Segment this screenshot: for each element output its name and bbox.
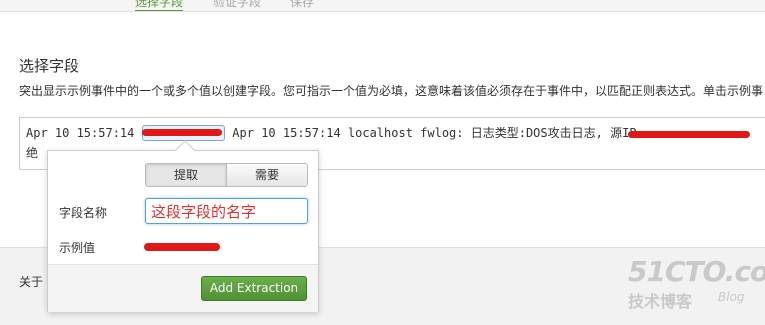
redaction-mark [628, 131, 750, 138]
require-tab-button[interactable]: 需要 [226, 164, 307, 186]
step-validate-fields[interactable]: 验证字段 [213, 0, 261, 10]
field-name-input-wrap [145, 198, 308, 224]
step-save[interactable]: 保存 [290, 0, 314, 10]
redaction-mark [142, 129, 222, 136]
watermark-blog: Blog [718, 290, 745, 304]
wizard-steps: 选择字段 验证字段 保存 [0, 0, 765, 12]
mode-toggle: 提取 需要 [145, 163, 308, 187]
popover-footer: Add Extraction [48, 264, 318, 312]
example-value-label: 示例值 [59, 241, 96, 255]
field-name-input[interactable] [146, 199, 307, 223]
add-extraction-button[interactable]: Add Extraction [201, 276, 307, 301]
event-timestamp: Apr 10 15:57:14 [26, 126, 142, 140]
watermark-brand: 51CTO.com [628, 255, 765, 288]
instructions-text: 突出显示示例事件中的一个或多个值以创建字段。您可指示一个值为必填，这意味着该值必… [19, 84, 764, 98]
event-text: Apr 10 15:57:14 localhost fwlog: 日志类型:DO… [225, 126, 637, 140]
field-name-label: 字段名称 [59, 206, 108, 220]
sample-event-line-2: 绝 [26, 146, 39, 160]
extract-tab-button[interactable]: 提取 [146, 164, 226, 186]
section-title: 选择字段 [19, 57, 80, 75]
site-watermark-logo: 51CTO.com 技术博客 Blog [628, 255, 765, 315]
redaction-mark [144, 243, 220, 251]
about-label: 关于 [19, 275, 44, 289]
extraction-popover: 提取 需要 字段名称 示例值 Add Extraction [47, 140, 319, 312]
watermark-subtitle: 技术博客 [628, 292, 693, 311]
step-select-fields[interactable]: 选择字段 [135, 0, 184, 11]
